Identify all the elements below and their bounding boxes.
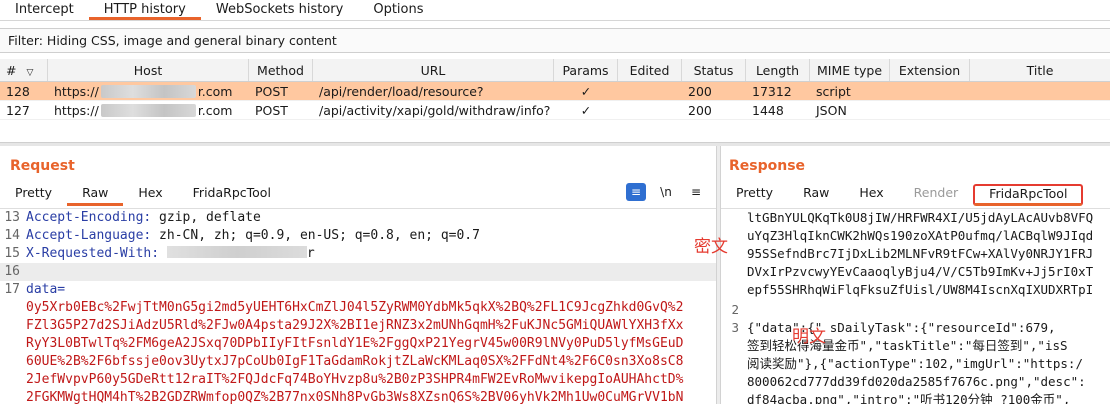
request-tab-fridarpctool[interactable]: FridaRpcTool (178, 184, 286, 206)
redacted-host (100, 104, 196, 117)
response-tab-fridarpctool[interactable]: FridaRpcTool (973, 184, 1084, 206)
sort-desc-icon: ▽ (26, 68, 34, 78)
code-line: 13 Accept-Encoding: gzip, deflate (4, 210, 261, 225)
col-num[interactable]: # ▽ (0, 59, 48, 81)
data-line: 0y5Xrb0EBc%2FwjTtM0nG5gi2md5yUEHT6HxCmZl… (26, 300, 684, 315)
cipher-line: 95SSefndBrc7IjDxLib2MLNFvR9tFCw+XAlVy0NR… (747, 246, 1094, 261)
code-line: 17 data= (4, 282, 66, 297)
col-status[interactable]: Status (682, 59, 746, 81)
redacted-value (166, 246, 307, 258)
col-mime[interactable]: MIME type (810, 59, 890, 81)
response-tab-raw[interactable]: Raw (788, 184, 844, 206)
redacted-host (100, 85, 196, 98)
data-line: 60UE%2B%2F6bfssje0ov3UytxJ7pCoUb0IgF1TaG… (26, 354, 684, 369)
tab-intercept[interactable]: Intercept (0, 0, 89, 20)
history-table: # ▽ Host Method URL Params Edited Status… (0, 59, 1110, 120)
params-check-icon: ✓ (580, 103, 592, 118)
tab-websockets-history[interactable]: WebSockets history (201, 0, 358, 20)
plain-line: 签到轻松得海量金币","taskTitle":"每日签到","isS (747, 338, 1068, 353)
response-tab-hex[interactable]: Hex (844, 184, 898, 206)
response-editor[interactable]: ltGBnYULQKqTk0U8jIW/HRFWR4XI/U5jdAyLAcAU… (721, 208, 1110, 404)
plain-line: df84acba.png","intro":"听书120分钟 ?100金币", (747, 392, 1071, 404)
col-title[interactable]: Title (970, 59, 1110, 81)
data-line: 2FGKMWgtHQM4hT%2B2GDZRWmfop0QZ%2B77nx0SN… (26, 390, 684, 404)
code-line: 14 Accept-Language: zh-CN, zh; q=0.9, en… (4, 228, 480, 243)
cipher-annotation: 密文 (694, 237, 728, 257)
response-tab-pretty[interactable]: Pretty (721, 184, 788, 206)
col-host[interactable]: Host (48, 59, 249, 81)
table-row[interactable]: 127 https://r.com POST /api/activity/xap… (0, 101, 1110, 120)
col-url[interactable]: URL (313, 59, 554, 81)
menu-icon[interactable]: ≡ (686, 183, 706, 201)
table-row[interactable]: 128 https://r.com POST /api/render/load/… (0, 82, 1110, 101)
table-header: # ▽ Host Method URL Params Edited Status… (0, 59, 1110, 82)
col-params[interactable]: Params (554, 59, 618, 81)
request-tab-pretty[interactable]: Pretty (0, 184, 67, 206)
code-line: 2 (731, 302, 739, 317)
col-method[interactable]: Method (249, 59, 313, 81)
code-line: 3 {"data":{" sDailyTask":{"resourceId":67… (731, 320, 1056, 335)
response-tab-render: Render (913, 185, 959, 200)
code-line: 15 X-Requested-With: r (4, 246, 315, 261)
response-title: Response (729, 158, 806, 174)
code-line: 16 (0, 263, 716, 281)
request-tab-hex[interactable]: Hex (123, 184, 177, 206)
cipher-line: epf55SHRhqWiFlqFksuZfUisl/UW8M4IscnXqIXU… (747, 282, 1094, 297)
response-subtabs: Pretty Raw Hex Render FridaRpcTool (721, 184, 1084, 206)
cipher-line: uYqZ3HlqIknCWK2hWQs190zoXAtP0ufmq/lACBql… (747, 228, 1094, 243)
request-subtabs: Pretty Raw Hex FridaRpcTool (0, 184, 286, 206)
top-tab-bar: Intercept HTTP history WebSockets histor… (0, 0, 1110, 21)
request-toolbar: ≡ \n ≡ (626, 183, 706, 201)
tab-options[interactable]: Options (358, 0, 438, 20)
params-check-icon: ✓ (580, 84, 592, 99)
data-line: RyY3L0BTwlTq%2FM6geA2JSxq70DPbIIyFItFsnl… (26, 336, 684, 351)
cipher-line: ltGBnYULQKqTk0U8jIW/HRFWR4XI/U5jdAyLAcAU… (747, 210, 1094, 225)
host-cell: https://r.com (54, 84, 233, 99)
cipher-line: DVxIrPzvcwyYEvCaaoqlyBju4/V/C5Tb9ImKv+Jj… (747, 264, 1094, 279)
plain-annotation: 明文 (792, 327, 826, 347)
wrap-lines-icon[interactable]: ≡ (626, 183, 646, 201)
plain-line: 800062cd777dd39fd020da2585f7676c.png","d… (747, 374, 1086, 389)
data-line: FZl3G5P27d2SJiAdzU5Rld%2FJw0A4psta29J2X%… (26, 318, 684, 333)
data-line: 2JefWvpvP60y5GDeRtt12raIT%2FQJdcFq74BoYH… (26, 372, 684, 387)
response-panel: Response Pretty Raw Hex Render FridaRpcT… (721, 146, 1110, 404)
col-length[interactable]: Length (746, 59, 810, 81)
col-extension[interactable]: Extension (890, 59, 970, 81)
request-editor[interactable]: 13 Accept-Encoding: gzip, deflate 14 Acc… (0, 208, 716, 404)
request-title: Request (10, 158, 75, 174)
plain-line: 阅读奖励"},{"actionType":102,"imgUrl":"https… (747, 356, 1083, 371)
request-tab-raw[interactable]: Raw (67, 184, 124, 206)
newline-toggle-icon[interactable]: \n (656, 183, 676, 201)
tab-http-history[interactable]: HTTP history (88, 0, 201, 20)
request-panel: Request Pretty Raw Hex FridaRpcTool ≡ \n… (0, 146, 716, 404)
col-edited[interactable]: Edited (618, 59, 682, 81)
host-cell: https://r.com (54, 103, 233, 118)
filter-bar[interactable]: Filter: Hiding CSS, image and general bi… (0, 28, 1110, 53)
